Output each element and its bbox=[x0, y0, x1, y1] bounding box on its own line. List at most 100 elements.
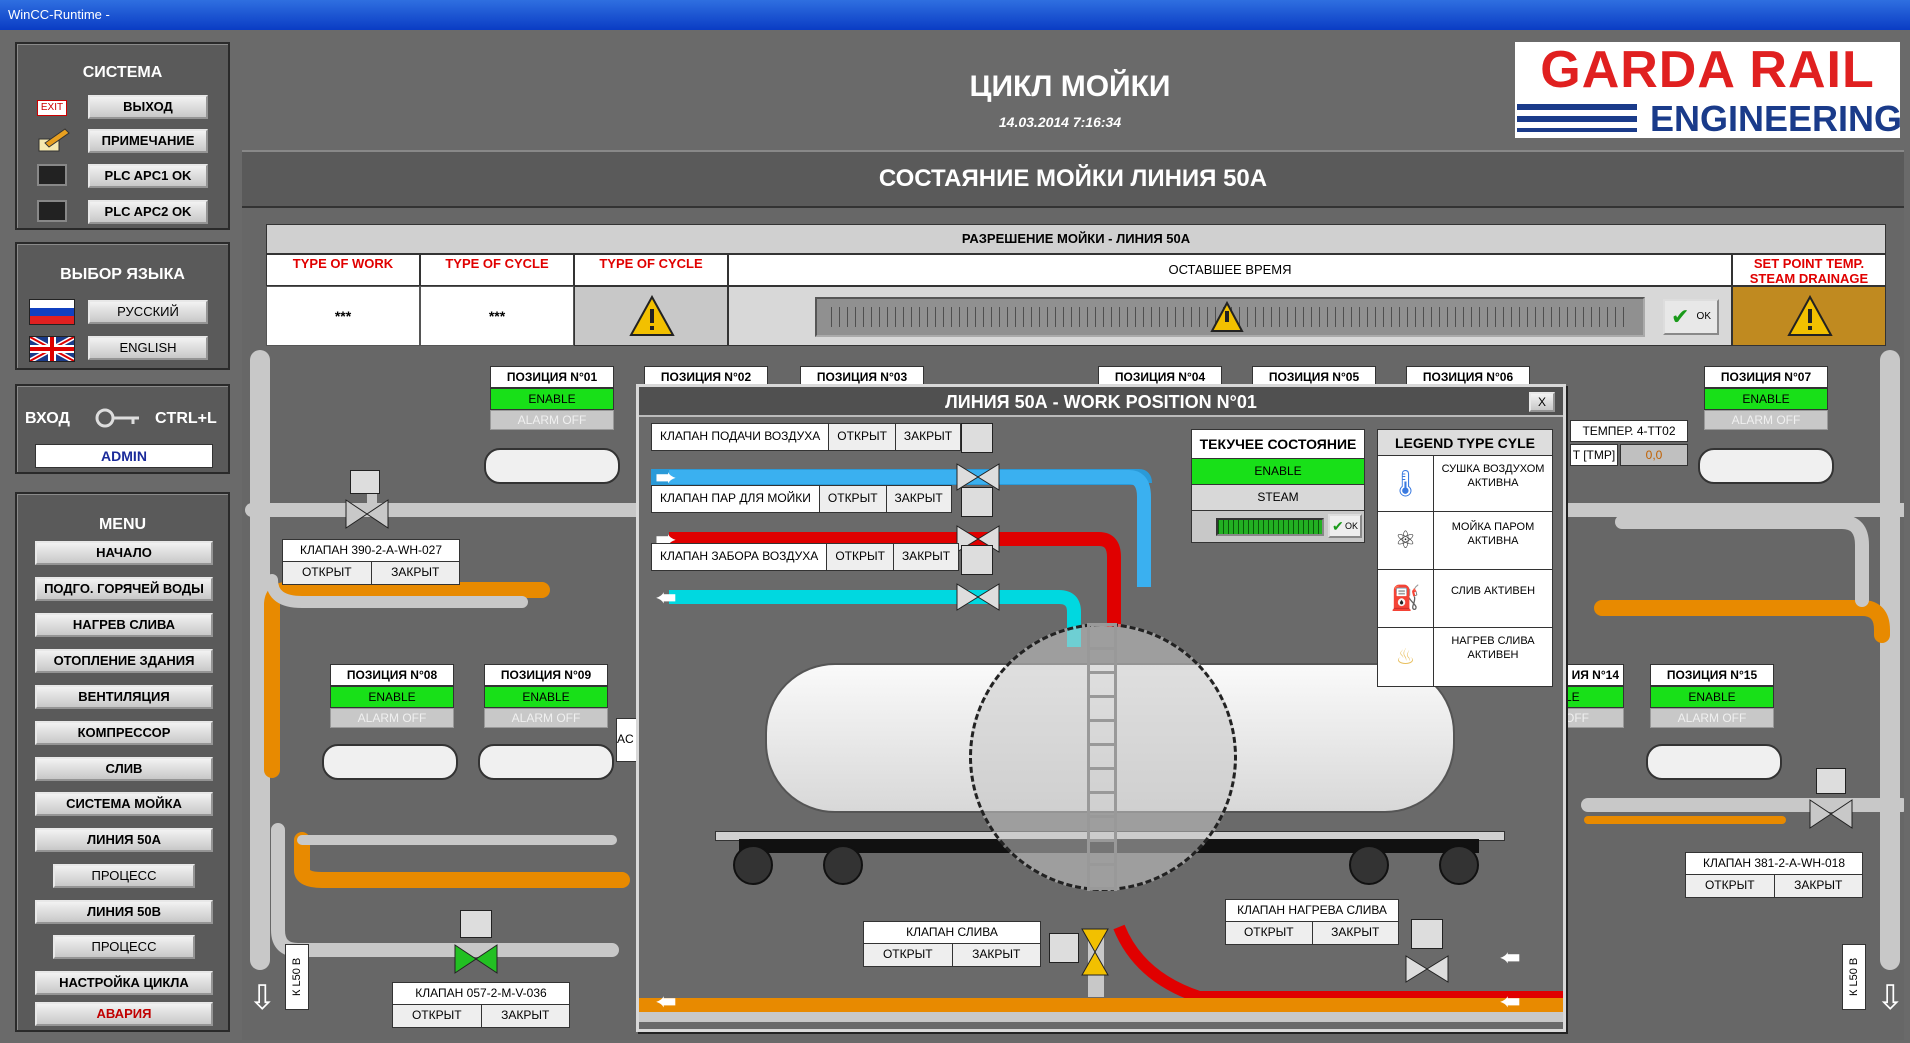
valve-018-panel: КЛАПАН 381-2-А-WH-018 ОТКРЫТ ЗАКРЫТ bbox=[1685, 852, 1863, 898]
key-icon[interactable] bbox=[95, 406, 143, 430]
valve-air-in-open-button[interactable]: ОТКРЫТ bbox=[829, 424, 896, 450]
menu-hot-water-button[interactable]: ПОДГО. ГОРЯЧЕЙ ВОДЫ bbox=[35, 577, 213, 601]
valve-air-out-open-button[interactable]: ОТКРЫТ bbox=[827, 544, 894, 570]
wheel-icon bbox=[1349, 845, 1389, 885]
ladder-icon bbox=[1087, 623, 1117, 891]
plc-apc2-button[interactable]: PLC APC2 OK bbox=[88, 200, 208, 224]
note-icon bbox=[35, 127, 71, 153]
valve-drain-open-button[interactable]: ОТКРЫТ bbox=[864, 944, 953, 966]
steam-wash-icon: ⚛ bbox=[1378, 512, 1434, 569]
left-line-label: К L50 B bbox=[285, 944, 309, 1010]
valve-027-icon[interactable] bbox=[344, 496, 390, 532]
menu-ventilation-button[interactable]: ВЕНТИЛЯЦИЯ bbox=[35, 685, 213, 709]
position-09-status: ENABLE bbox=[484, 686, 608, 708]
valve-drain-heat-close-button[interactable]: ЗАКРЫТ bbox=[1312, 922, 1398, 944]
menu-panel: MENU НАЧАЛО ПОДГО. ГОРЯЧЕЙ ВОДЫ НАГРЕВ С… bbox=[15, 492, 230, 1032]
position-01[interactable]: ПОЗИЦИЯ N°01 ENABLE ALARM OFF bbox=[490, 366, 614, 430]
air-in-arrow-icon: ➨ bbox=[655, 462, 677, 492]
exit-button[interactable]: ВЫХОД bbox=[88, 95, 208, 119]
position-14[interactable]: ИЯ N°14 LE OFF bbox=[1564, 664, 1624, 728]
valve-steam-open-button[interactable]: ОТКРЫТ bbox=[819, 486, 887, 512]
valve-drain-close-button[interactable]: ЗАКРЫТ bbox=[952, 944, 1040, 966]
valve-air-out-close-button[interactable]: ЗАКРЫТ bbox=[893, 544, 959, 570]
valve-steam-close-button[interactable]: ЗАКРЫТ bbox=[886, 486, 951, 512]
menu-line-50b-button[interactable]: ЛИНИЯ 50В bbox=[35, 900, 213, 924]
menu-wash-system-button[interactable]: СИСТЕМА МОЙКА bbox=[35, 792, 213, 816]
remaining-time-bar bbox=[815, 297, 1645, 337]
menu-compressor-button[interactable]: КОМПРЕССОР bbox=[35, 721, 213, 745]
popup-title: ЛИНИЯ 50А - WORK POSITION N°01 bbox=[945, 392, 1257, 412]
position-09[interactable]: ПОЗИЦИЯ N°09 ENABLE ALARM OFF bbox=[484, 664, 608, 728]
valve-027-close-button[interactable]: ЗАКРЫТ bbox=[371, 562, 459, 584]
state-ok-button[interactable]: ✔ OK bbox=[1328, 514, 1362, 538]
menu-alarm-button[interactable]: АВАРИЯ bbox=[35, 1002, 213, 1026]
page-title: ЦИКЛ МОЙКИ bbox=[969, 70, 1171, 103]
datetime-display: 14.03.2014 7:16:34 bbox=[998, 114, 1122, 130]
valve-air-out-icon[interactable] bbox=[955, 581, 1001, 613]
valve-036-icon[interactable] bbox=[453, 941, 499, 977]
permission-title: РАЗРЕШЕНИЕ МОЙКИ - ЛИНИЯ 50А bbox=[266, 224, 1886, 254]
menu-process-50a-button[interactable]: ПРОЦЕСС bbox=[53, 864, 195, 888]
valve-drain-icon[interactable] bbox=[1079, 927, 1111, 977]
valve-036-open-button[interactable]: ОТКРЫТ bbox=[393, 1005, 482, 1027]
work-position-popup: ЛИНИЯ 50А - WORK POSITION N°01 X ➨ ➨ ➨ К… bbox=[636, 384, 1566, 1032]
current-state-progress-bar bbox=[1216, 518, 1324, 536]
temp-sensor-label: ТЕМПЕР. 4-TT02 bbox=[1570, 420, 1688, 442]
menu-cycle-setup-button[interactable]: НАСТРОЙКА ЦИКЛА bbox=[35, 971, 213, 995]
right-line-label: К L50 B bbox=[1842, 944, 1866, 1010]
menu-process-50b-button[interactable]: ПРОЦЕСС bbox=[53, 935, 195, 959]
valve-018-open-button[interactable]: ОТКРЫТ bbox=[1686, 875, 1775, 897]
valve-actuator-icon bbox=[350, 470, 380, 494]
valve-018-close-button[interactable]: ЗАКРЫТ bbox=[1774, 875, 1862, 897]
wheel-icon bbox=[1439, 845, 1479, 885]
type-of-cycle-header: TYPE OF CYCLE bbox=[420, 254, 574, 286]
position-15[interactable]: ПОЗИЦИЯ N°15 ENABLE ALARM OFF bbox=[1650, 664, 1774, 728]
menu-drain-button[interactable]: СЛИВ bbox=[35, 757, 213, 781]
valve-036-close-button[interactable]: ЗАКРЫТ bbox=[481, 1005, 569, 1027]
valve-018-icon[interactable] bbox=[1808, 796, 1854, 832]
position-14-status: LE bbox=[1564, 686, 1624, 708]
popup-titlebar: ЛИНИЯ 50А - WORK POSITION N°01 X bbox=[639, 387, 1563, 417]
valve-actuator-icon bbox=[1049, 933, 1079, 963]
menu-building-heating-button[interactable]: ОТОПЛЕНИЕ ЗДАНИЯ bbox=[35, 649, 213, 673]
position-07[interactable]: ПОЗИЦИЯ N°07 ENABLE ALARM OFF bbox=[1704, 366, 1828, 430]
plc-apc1-button[interactable]: PLC APC1 OK bbox=[88, 164, 208, 188]
valve-air-in-close-button[interactable]: ЗАКРЫТ bbox=[895, 424, 961, 450]
valve-drain-heat-icon[interactable] bbox=[1404, 953, 1450, 985]
uk-flag-icon bbox=[28, 334, 76, 364]
cycle-warning-cell bbox=[574, 286, 728, 346]
position-15-status: ENABLE bbox=[1650, 686, 1774, 708]
drain-heat-in-arrow-icon: ➨ bbox=[1499, 942, 1521, 972]
exit-icon: EXIT bbox=[37, 100, 67, 116]
valve-drain-heat-open-button[interactable]: ОТКРЫТ bbox=[1226, 922, 1313, 944]
warning-icon bbox=[1210, 301, 1244, 332]
valve-drain-heat-label: КЛАПАН НАГРЕВА СЛИВА bbox=[1226, 900, 1398, 922]
menu-drain-heating-button[interactable]: НАГРЕВ СЛИВА bbox=[35, 613, 213, 637]
tank-car-icon bbox=[1646, 744, 1782, 780]
note-button[interactable]: ПРИМЕЧАНИЕ bbox=[88, 129, 208, 153]
setpoint-warning-cell bbox=[1732, 286, 1886, 346]
language-russian-button[interactable]: РУССКИЙ bbox=[88, 300, 208, 324]
valve-drain-panel: КЛАПАН СЛИВА ОТКРЫТ ЗАКРЫТ bbox=[863, 921, 1041, 967]
position-01-status: ENABLE bbox=[490, 388, 614, 410]
time-ok-button[interactable]: ✔ OK bbox=[1663, 299, 1719, 335]
legend-item-drain-heat: ♨ НАГРЕВ СЛИВА АКТИВЕН bbox=[1378, 628, 1552, 686]
position-08[interactable]: ПОЗИЦИЯ N°08 ENABLE ALARM OFF bbox=[330, 664, 454, 728]
company-logo: GARDA RAIL ENGINEERING bbox=[1515, 42, 1902, 139]
valve-027-panel: КЛАПАН 390-2-А-WH-027 ОТКРЫТ ЗАКРЫТ bbox=[282, 539, 460, 585]
drain-heat-icon: ♨ bbox=[1378, 628, 1434, 686]
air-out-arrow-icon: ➨ bbox=[655, 582, 677, 612]
legend-title: LEGEND TYPE CYLE bbox=[1378, 430, 1552, 456]
menu-start-button[interactable]: НАЧАЛО bbox=[35, 541, 213, 565]
valve-actuator-icon bbox=[1411, 919, 1443, 949]
valve-027-open-button[interactable]: ОТКРЫТ bbox=[283, 562, 372, 584]
position-07-status: ENABLE bbox=[1704, 388, 1828, 410]
position-08-alarm: ALARM OFF bbox=[330, 708, 454, 728]
current-user-field[interactable]: ADMIN bbox=[35, 444, 213, 468]
login-shortcut: CTRL+L bbox=[155, 410, 217, 427]
menu-line-50a-button[interactable]: ЛИНИЯ 50А bbox=[35, 828, 213, 852]
valve-air-out-panel: КЛАПАН ЗАБОРА ВОЗДУХА ОТКРЫТ ЗАКРЫТ bbox=[651, 543, 960, 571]
popup-close-button[interactable]: X bbox=[1529, 392, 1555, 412]
check-icon: ✔ bbox=[1671, 304, 1690, 329]
language-english-button[interactable]: ENGLISH bbox=[88, 336, 208, 360]
